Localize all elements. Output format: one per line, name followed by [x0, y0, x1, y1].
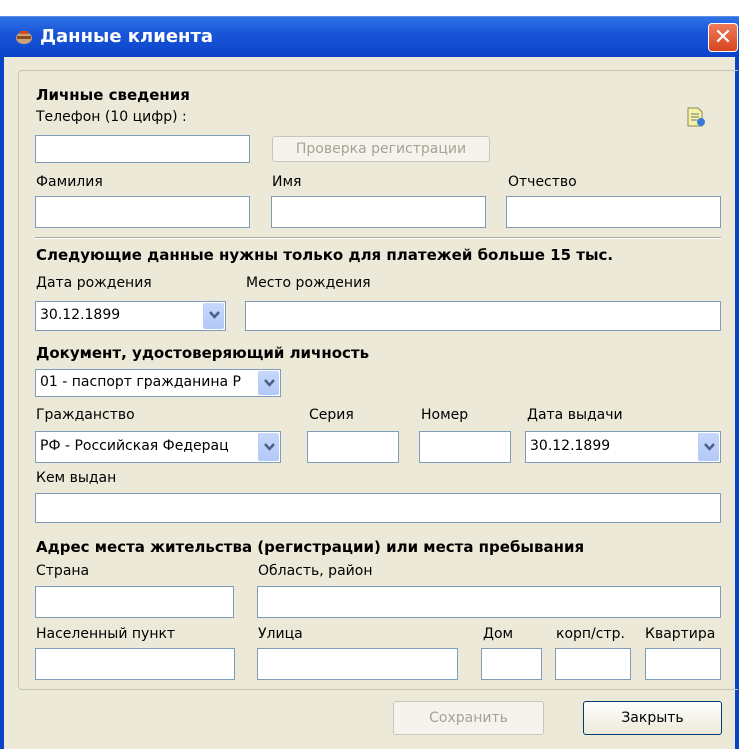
birth-date-dropdown-button[interactable]: [203, 303, 224, 329]
issue-date-dropdown-button[interactable]: [698, 433, 719, 461]
chevron-down-icon: [264, 443, 275, 451]
document-type-value: 01 - паспорт гражданина Р: [40, 374, 241, 390]
client-data-window: Данные клиента ✕ Личные сведения Телефон…: [0, 0, 739, 749]
issue-date-picker[interactable]: 30.12.1899: [525, 431, 721, 463]
region-label: Область, район: [258, 563, 373, 579]
citizenship-label: Гражданство: [36, 407, 135, 423]
document-type-dropdown-button[interactable]: [258, 371, 279, 395]
birth-date-value: 30.12.1899: [40, 307, 121, 323]
birth-date-label: Дата рождения: [36, 275, 152, 291]
close-window-button[interactable]: ✕: [708, 23, 738, 52]
house-input[interactable]: [481, 648, 542, 680]
close-icon: ✕: [713, 25, 733, 50]
series-input[interactable]: [307, 431, 399, 463]
document-edit-icon[interactable]: [685, 106, 707, 128]
document-heading: Документ, удостоверяющий личность: [36, 344, 370, 362]
address-heading: Адрес места жительства (регистрации) или…: [36, 538, 585, 556]
street-input[interactable]: [257, 648, 458, 680]
citizenship-select[interactable]: РФ - Российская Федерац: [35, 431, 281, 463]
citizenship-value: РФ - Российская Федерац: [40, 438, 229, 454]
birth-date-picker[interactable]: 30.12.1899: [35, 301, 226, 331]
chevron-down-icon: [264, 379, 275, 387]
save-button[interactable]: Сохранить: [393, 701, 544, 735]
issued-by-label: Кем выдан: [36, 470, 117, 486]
series-label: Серия: [309, 407, 354, 423]
name-label: Имя: [272, 174, 302, 190]
chevron-down-icon: [704, 443, 715, 451]
separator: [35, 237, 721, 239]
phone-input[interactable]: [35, 135, 250, 163]
personal-heading: Личные сведения: [36, 86, 190, 104]
window-title: Данные клиента: [40, 26, 214, 47]
birth-place-label: Место рождения: [246, 275, 371, 291]
surname-label: Фамилия: [36, 174, 103, 190]
apartment-input[interactable]: [645, 648, 721, 680]
title-bar[interactable]: Данные клиента ✕: [0, 16, 739, 57]
extra-heading: Следующие данные нужны только для платеж…: [36, 246, 614, 264]
phone-label: Телефон (10 цифр) :: [36, 109, 187, 125]
apartment-label: Квартира: [645, 626, 716, 642]
close-button[interactable]: Закрыть: [583, 701, 722, 735]
patronymic-label: Отчество: [508, 174, 577, 190]
issue-date-value: 30.12.1899: [530, 438, 611, 454]
house-label: Дом: [483, 626, 514, 642]
street-label: Улица: [258, 626, 303, 642]
building-label: корп/стр.: [556, 626, 625, 642]
name-input[interactable]: [271, 196, 486, 228]
chevron-down-icon: [209, 311, 220, 319]
app-icon: [16, 31, 32, 44]
number-label: Номер: [421, 407, 469, 423]
country-input[interactable]: [35, 586, 234, 618]
patronymic-input[interactable]: [506, 196, 721, 228]
issue-date-label: Дата выдачи: [527, 407, 623, 423]
locality-label: Населенный пункт: [36, 626, 176, 642]
country-label: Страна: [36, 563, 90, 579]
document-type-select[interactable]: 01 - паспорт гражданина Р: [35, 369, 281, 397]
issued-by-input[interactable]: [35, 493, 721, 523]
locality-input[interactable]: [35, 648, 235, 680]
birth-place-input[interactable]: [245, 301, 721, 331]
surname-input[interactable]: [35, 196, 250, 228]
check-registration-button[interactable]: Проверка регистрации: [272, 136, 490, 162]
citizenship-dropdown-button[interactable]: [258, 433, 279, 461]
building-input[interactable]: [555, 648, 631, 680]
region-input[interactable]: [257, 586, 721, 618]
number-input[interactable]: [419, 431, 511, 463]
